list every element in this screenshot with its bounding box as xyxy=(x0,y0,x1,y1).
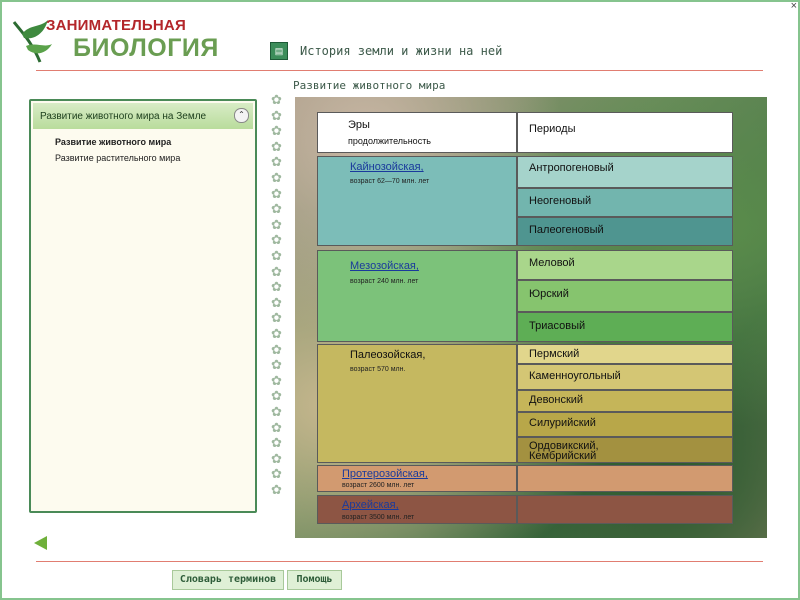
close-icon[interactable]: × xyxy=(791,1,797,12)
divider-top xyxy=(36,70,763,71)
flower-icon[interactable]: ✿ xyxy=(271,265,282,278)
back-arrow-icon[interactable] xyxy=(34,536,47,550)
era-age: возраст 62—70 млн. лет xyxy=(350,178,430,185)
era-age: возраст 570 млн. xyxy=(350,366,406,373)
eras-header: Эры xyxy=(348,119,370,131)
period-name: Каменноугольный xyxy=(529,370,621,382)
era-name[interactable]: Кайнозойская, xyxy=(350,161,424,173)
period-anthropogene[interactable]: Антропогеновый xyxy=(517,156,733,188)
flower-icon[interactable]: ✿ xyxy=(271,140,282,153)
periods-header-cell: Периоды xyxy=(517,112,733,153)
era-paleozoic[interactable]: Палеозойская, возраст 570 млн. xyxy=(317,344,517,463)
era-mesozoic[interactable]: Мезозойская, возраст 240 млн. лет xyxy=(317,250,517,342)
header: ▤ История земли и жизни на ней xyxy=(270,42,502,60)
collapse-chevron-icon[interactable]: ⌃ xyxy=(234,108,249,123)
flower-icon[interactable]: ✿ xyxy=(271,405,282,418)
era-archean[interactable]: Архейская, возраст 3500 млн. лет xyxy=(317,495,517,524)
era-name[interactable]: Палеозойская, xyxy=(350,349,425,361)
flower-icon[interactable]: ✿ xyxy=(271,452,282,465)
flower-icon[interactable]: ✿ xyxy=(271,171,282,184)
sidebar: Развитие животного мира на Земле ⌃ Разви… xyxy=(29,99,257,513)
period-name: Меловой xyxy=(529,257,575,269)
era-cenozoic[interactable]: Кайнозойская, возраст 62—70 млн. лет xyxy=(317,156,517,246)
section-subtitle: Развитие животного мира xyxy=(293,79,446,92)
periods-header: Периоды xyxy=(529,123,576,135)
era-name[interactable]: Протерозойская, xyxy=(342,468,428,480)
period-name: Антропогеновый xyxy=(529,162,614,174)
glossary-button[interactable]: Словарь терминов xyxy=(172,570,284,590)
flower-icon[interactable]: ✿ xyxy=(271,374,282,387)
flower-icon[interactable]: ✿ xyxy=(271,233,282,246)
logo-line-1: ЗАНИМАТЕЛЬНАЯ xyxy=(46,17,186,34)
book-icon[interactable]: ▤ xyxy=(270,42,288,60)
period-devonian[interactable]: Девонский xyxy=(517,390,733,412)
flower-icon[interactable]: ✿ xyxy=(271,249,282,262)
flower-icon[interactable]: ✿ xyxy=(271,421,282,434)
period-permian[interactable]: Пермский xyxy=(517,344,733,364)
period-name: Юрский xyxy=(529,288,569,300)
flower-icon[interactable]: ✿ xyxy=(271,327,282,340)
era-age: возраст 240 млн. лет xyxy=(350,278,419,285)
period-ordovician-cambrian[interactable]: Ордовикский, Кембрийский xyxy=(517,437,733,463)
eras-header-cell: Эры продолжительность xyxy=(317,112,517,153)
sidebar-item-animal-world[interactable]: Развитие животного мира xyxy=(55,137,171,147)
geologic-time-panel: Эры продолжительность Периоды Кайнозойск… xyxy=(295,97,767,538)
period-name: Пермский xyxy=(529,348,580,360)
flower-icon[interactable]: ✿ xyxy=(271,280,282,293)
period-name: Палеогеновый xyxy=(529,224,604,236)
flower-icon[interactable]: ✿ xyxy=(271,124,282,137)
period-cretaceous[interactable]: Меловой xyxy=(517,250,733,280)
period-name: Ордовикский, Кембрийский xyxy=(529,440,599,462)
period-name: Неогеновый xyxy=(529,195,592,207)
era-age: возраст 3500 млн. лет xyxy=(342,514,415,521)
era-name[interactable]: Архейская, xyxy=(342,499,399,511)
period-paleogene[interactable]: Палеогеновый xyxy=(517,217,733,246)
period-name: Силурийский xyxy=(529,417,596,429)
sidebar-header[interactable]: Развитие животного мира на Земле ⌃ xyxy=(33,103,253,129)
period-name: Девонский xyxy=(529,394,584,406)
flower-icon[interactable]: ✿ xyxy=(271,343,282,356)
flower-icon[interactable]: ✿ xyxy=(271,389,282,402)
app-logo: ЗАНИМАТЕЛЬНАЯ БИОЛОГИЯ xyxy=(10,12,218,64)
flower-icon[interactable]: ✿ xyxy=(271,202,282,215)
period-silurian[interactable]: Силурийский xyxy=(517,412,733,437)
help-button[interactable]: Помощь xyxy=(287,570,342,590)
flower-icon[interactable]: ✿ xyxy=(271,296,282,309)
flower-icon[interactable]: ✿ xyxy=(271,483,282,496)
period-neogene[interactable]: Неогеновый xyxy=(517,188,733,217)
flower-icon[interactable]: ✿ xyxy=(271,155,282,168)
era-name[interactable]: Мезозойская, xyxy=(350,260,419,272)
flower-icon[interactable]: ✿ xyxy=(271,187,282,200)
period-proterozoic-empty xyxy=(517,465,733,492)
flower-icon[interactable]: ✿ xyxy=(271,218,282,231)
sidebar-item-plant-world[interactable]: Развитие растительного мира xyxy=(55,153,180,163)
period-jurassic[interactable]: Юрский xyxy=(517,280,733,312)
era-proterozoic[interactable]: Протерозойская, возраст 2600 млн. лет xyxy=(317,465,517,492)
divider-bottom xyxy=(36,561,763,562)
flower-icon[interactable]: ✿ xyxy=(271,93,282,106)
period-archean-empty xyxy=(517,495,733,524)
flower-icon[interactable]: ✿ xyxy=(271,436,282,449)
flower-strip: ✿ ✿ ✿ ✿ ✿ ✿ ✿ ✿ ✿ ✿ ✿ ✿ ✿ ✿ ✿ ✿ ✿ ✿ ✿ ✿ ✿ ✿ ✿ ✿ ✿ ✿ xyxy=(268,93,288,501)
flower-icon[interactable]: ✿ xyxy=(271,358,282,371)
flower-icon[interactable]: ✿ xyxy=(271,109,282,122)
period-carboniferous[interactable]: Каменноугольный xyxy=(517,364,733,390)
era-age: возраст 2600 млн. лет xyxy=(342,482,415,489)
sidebar-heading: Развитие животного мира на Земле xyxy=(40,111,207,122)
page-title: История земли и жизни на ней xyxy=(300,44,503,58)
period-triassic[interactable]: Триасовый xyxy=(517,312,733,342)
duration-header: продолжительность xyxy=(348,136,431,146)
flower-icon[interactable]: ✿ xyxy=(271,311,282,324)
flower-icon[interactable]: ✿ xyxy=(271,467,282,480)
logo-line-2: БИОЛОГИЯ xyxy=(73,34,219,62)
period-name: Триасовый xyxy=(529,320,586,332)
